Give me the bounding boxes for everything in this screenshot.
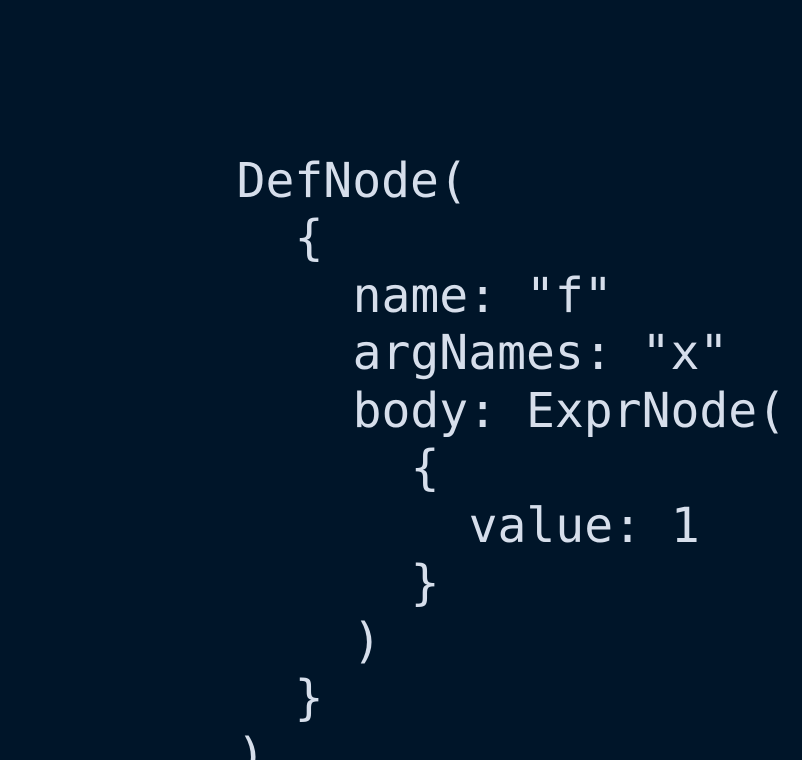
code-line-defnode-close: ) (0, 670, 802, 760)
code-line-argnames: argNames: "x" (0, 268, 802, 381)
code-line-inner-brace-close: } (0, 498, 802, 611)
code-line-exprnode-close: ) (0, 555, 802, 669)
code-text: ) (236, 727, 266, 760)
code-line-inner-brace-open: { (0, 383, 802, 496)
code-line-outer-brace-close: } (0, 613, 802, 726)
code-display: DefNode( { name: "f" argNames: "x" body:… (0, 0, 802, 760)
code-line-value: value: 1 (0, 440, 802, 554)
code-line-name: name: "f" (0, 210, 802, 324)
code-line-defnode-open: DefNode( (0, 95, 802, 209)
code-line-body: body: ExprNode( (0, 325, 802, 439)
code-line-outer-brace-open: { (0, 153, 802, 266)
